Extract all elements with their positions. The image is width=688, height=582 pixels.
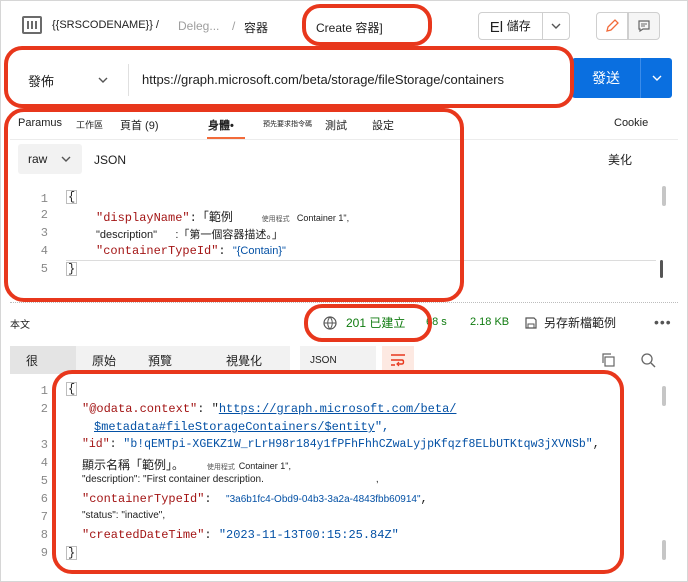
wrap-icon (391, 354, 405, 367)
body-format-select[interactable]: JSON (94, 153, 126, 167)
tab-visualize[interactable]: 視覺化 (226, 352, 262, 369)
chevron-down-icon[interactable] (640, 58, 672, 98)
line-number: 2 (40, 208, 48, 222)
odata-context-link[interactable]: https://graph.microsoft.com/beta/ (219, 402, 457, 416)
wrap-lines-button[interactable] (382, 346, 414, 374)
active-tab-highlight (10, 346, 76, 374)
breadcrumb-root[interactable]: {{SRSCODENAME}} / (52, 19, 159, 31)
copy-button[interactable] (600, 352, 616, 371)
tab-authorization[interactable]: 工作區 (76, 118, 103, 131)
line-number: 6 (40, 492, 48, 506)
line-number: 3 (40, 226, 48, 240)
workspace-logo-icon (22, 16, 42, 34)
comments-button[interactable] (628, 12, 660, 40)
tab-headers[interactable]: 頁首 (9) (120, 117, 159, 133)
code-line: "containerTypeId": "3a6b1fc4-Obd9-04b3-3… (82, 492, 428, 506)
code-line: "@odata.context": "https://graph.microso… (82, 402, 457, 416)
app-header: {{SRSCODENAME}} / Deleg... / 容器 Create 容… (0, 0, 688, 50)
code-line: "containerTypeId": "{Contain}" (96, 244, 286, 258)
response-time[interactable]: 68 s (426, 316, 447, 328)
response-size[interactable]: 2.18 KB (470, 316, 509, 328)
request-body-editor[interactable]: 1 2 3 4 5 { "displayName":「範例 使用程式 Conta… (20, 186, 666, 282)
method-label: 發佈 (28, 73, 55, 89)
line-number: 7 (40, 510, 48, 524)
line-number: 1 (40, 192, 48, 206)
pane-resize-handle[interactable] (10, 302, 678, 303)
divider (10, 139, 678, 140)
scrollbar[interactable] (662, 186, 666, 206)
request-name[interactable]: Create 容器] (316, 19, 383, 36)
globe-icon (323, 315, 337, 330)
method-select[interactable]: 發佈 (18, 60, 126, 100)
code-line: "description": "First container descript… (82, 474, 379, 485)
copy-icon (602, 353, 615, 367)
breadcrumb-separator: / (232, 19, 236, 33)
chevron-down-icon (98, 77, 108, 83)
code-line: "id": "b!qEMTpi-XGEKZ1W_rLrH98r184y1fPFh… (82, 438, 600, 451)
response-format-select[interactable]: JSON (300, 346, 376, 374)
body-mode-select[interactable]: raw (18, 144, 82, 174)
url-input[interactable]: https://graph.microsoft.com/beta/storage… (142, 72, 504, 87)
breadcrumb-folder[interactable]: 容器 (244, 19, 268, 36)
tab-raw[interactable]: 原始 (92, 352, 116, 369)
line-number: 5 (40, 474, 48, 488)
beautify-button[interactable]: 美化 (608, 151, 632, 168)
status-code[interactable]: 201 已建立 (346, 314, 405, 331)
current-line-highlight (66, 260, 656, 261)
line-number: 5 (40, 262, 48, 276)
breadcrumb-collection[interactable]: Deleg... (178, 19, 219, 33)
body-mode-label: raw (28, 152, 48, 166)
code-line: } (66, 262, 78, 276)
tab-preview[interactable]: 預覽 (148, 352, 172, 369)
comment-icon (638, 20, 650, 33)
save-icon (525, 316, 537, 329)
code-line: "status": "inactive", (82, 510, 166, 521)
tab-tests[interactable]: 測試 (325, 117, 347, 133)
divider (128, 64, 129, 96)
code-line: $metadata#fileStorageContainers/$entity"… (94, 420, 390, 434)
odata-context-link[interactable]: $metadata#fileStorageContainers/$entity (94, 420, 375, 434)
cookies-link[interactable]: Cookie (614, 117, 648, 129)
save-button-label: El 儲存 (489, 18, 531, 36)
code-line: 顯示名稱「範例」。 使用程式 Container 1", (82, 458, 291, 472)
code-line: "displayName":「範例 使用程式 Container 1", (96, 210, 350, 225)
scrollbar[interactable] (662, 540, 666, 560)
chevron-down-icon (61, 156, 71, 162)
send-button-label: 發送 (592, 70, 620, 86)
chevron-down-icon[interactable] (541, 12, 569, 40)
save-as-example-button[interactable]: 另存新檔範例 (524, 314, 616, 331)
line-number: 2 (40, 402, 48, 416)
text-cursor (660, 260, 663, 278)
save-button[interactable]: El 儲存 (478, 12, 570, 40)
tab-params[interactable]: Paramus (18, 117, 62, 129)
tab-pretty[interactable]: 很 (26, 352, 38, 369)
send-button[interactable]: 發送 (572, 58, 672, 98)
line-number: 3 (40, 438, 48, 452)
line-number: 4 (40, 456, 48, 470)
code-line: { (66, 382, 78, 396)
tab-pre-request-script[interactable]: 預先要求指令碼 (263, 119, 312, 129)
tab-settings[interactable]: 設定 (372, 117, 394, 133)
more-options-icon[interactable]: ••• (654, 314, 672, 330)
response-body-viewer[interactable]: 1 2 3 4 5 6 7 8 9 { "@odata.context": "h… (20, 382, 666, 572)
search-icon (641, 353, 656, 368)
line-number: 1 (40, 384, 48, 398)
code-line: "description" :「第一個容器描述。」 (96, 228, 283, 241)
code-line: } (66, 546, 78, 560)
code-line: { (66, 190, 78, 204)
line-number: 9 (40, 546, 48, 560)
code-line: "createdDateTime": "2023-11-13T00:15:25.… (82, 528, 399, 542)
line-number: 4 (40, 244, 48, 258)
line-number: 8 (40, 528, 48, 542)
status-indicator: 201 已建立 (322, 314, 405, 331)
scrollbar[interactable] (662, 386, 666, 406)
response-body-label: 本文 (10, 320, 30, 331)
pencil-icon (606, 19, 619, 32)
edit-button[interactable] (596, 12, 628, 40)
search-button[interactable] (640, 352, 656, 371)
tab-body[interactable]: 身體• (208, 117, 234, 133)
